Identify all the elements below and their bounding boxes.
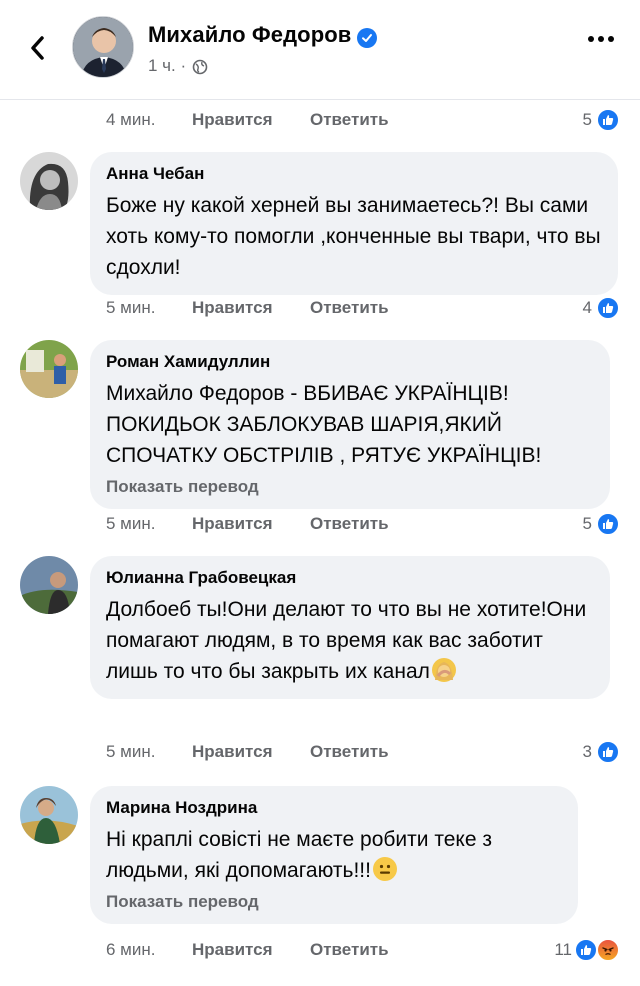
comment-text: Боже ну какой херней вы занимаетесь?! Вы… <box>106 194 601 279</box>
like-reaction-icon <box>596 108 620 132</box>
reaction-count[interactable]: 4 <box>568 298 592 318</box>
comment-text: Михайло Федоров - ВБИВАЄ УКРАЇНЦІВ! ПОКИ… <box>106 382 542 467</box>
reaction-count[interactable]: 11 <box>544 940 572 960</box>
grimacing-emoji-icon <box>372 857 397 881</box>
comment-actions: 6 мин. Нравится Ответить 11 <box>0 934 640 966</box>
commenter-name[interactable]: Юлианна Грабовецкая <box>106 568 594 588</box>
comment-time[interactable]: 5 мин. <box>106 514 155 534</box>
commenter-avatar[interactable] <box>20 786 78 844</box>
commenter-name[interactable]: Анна Чебан <box>106 164 602 184</box>
comment-time[interactable]: 5 мин. <box>106 298 155 318</box>
reply-button[interactable]: Ответить <box>310 110 389 130</box>
comment-bubble: Марина Ноздрина Ні краплі совісті не має… <box>90 786 578 924</box>
comment-actions: 5 мин. Нравится Ответить 3 <box>0 736 640 768</box>
comment-bubble: Анна Чебан Боже ну какой херней вы заним… <box>90 152 618 295</box>
commenter-name[interactable]: Марина Ноздрина <box>106 798 562 818</box>
like-button[interactable]: Нравится <box>192 298 273 318</box>
like-button[interactable]: Нравится <box>192 110 273 130</box>
comment-time[interactable]: 6 мин. <box>106 940 155 960</box>
commenter-avatar[interactable] <box>20 340 78 398</box>
comment-actions: 5 мин. Нравится Ответить 4 <box>0 292 640 324</box>
post-header: Михайло Федоров 1 ч. · <box>0 0 640 100</box>
reply-button[interactable]: Ответить <box>310 514 389 534</box>
comment-bubble: Юлианна Грабовецкая Долбоеб ты!Они делаю… <box>90 556 610 699</box>
like-reaction-icon <box>596 512 620 536</box>
like-reaction-icon <box>596 296 620 320</box>
commenter-avatar[interactable] <box>20 152 78 210</box>
reaction-count[interactable]: 3 <box>568 742 592 762</box>
facepalm-emoji-icon <box>431 658 456 682</box>
reply-button[interactable]: Ответить <box>310 298 389 318</box>
commenter-name[interactable]: Роман Хамидуллин <box>106 352 594 372</box>
comment-actions: 5 мин. Нравится Ответить 5 <box>0 508 640 540</box>
comment-text: Ні краплі совісті не маєте робити теке з… <box>106 828 492 882</box>
like-button[interactable]: Нравится <box>192 514 273 534</box>
reaction-count[interactable]: 5 <box>568 110 592 130</box>
like-button[interactable]: Нравится <box>192 940 273 960</box>
post-time[interactable]: 1 ч. · <box>148 56 186 76</box>
angry-reaction-icon <box>596 938 620 962</box>
comment-time[interactable]: 4 мин. <box>106 110 155 130</box>
comment-text: Долбоеб ты!Они делают то что вы не хотит… <box>106 598 587 683</box>
show-translation-link[interactable]: Показать перевод <box>106 892 562 912</box>
reply-button[interactable]: Ответить <box>310 742 389 762</box>
globe-icon <box>192 59 208 75</box>
show-translation-link[interactable]: Показать перевод <box>106 477 594 497</box>
more-dots-icon <box>588 36 594 42</box>
like-reaction-icon <box>596 740 620 764</box>
back-button[interactable] <box>22 30 52 66</box>
verified-badge-icon <box>357 28 377 48</box>
comment-bubble: Роман Хамидуллин Михайло Федоров - ВБИВА… <box>90 340 610 509</box>
like-reaction-icon <box>574 938 598 962</box>
comment-actions: 4 мин. Нравится Ответить 5 <box>0 104 640 136</box>
chevron-left-icon <box>31 36 44 60</box>
more-options-button[interactable] <box>588 36 614 42</box>
comment-time[interactable]: 5 мин. <box>106 742 155 762</box>
author-name[interactable]: Михайло Федоров <box>148 22 351 48</box>
author-avatar[interactable] <box>72 16 134 78</box>
reply-button[interactable]: Ответить <box>310 940 389 960</box>
commenter-avatar[interactable] <box>20 556 78 614</box>
reaction-count[interactable]: 5 <box>568 514 592 534</box>
like-button[interactable]: Нравится <box>192 742 273 762</box>
